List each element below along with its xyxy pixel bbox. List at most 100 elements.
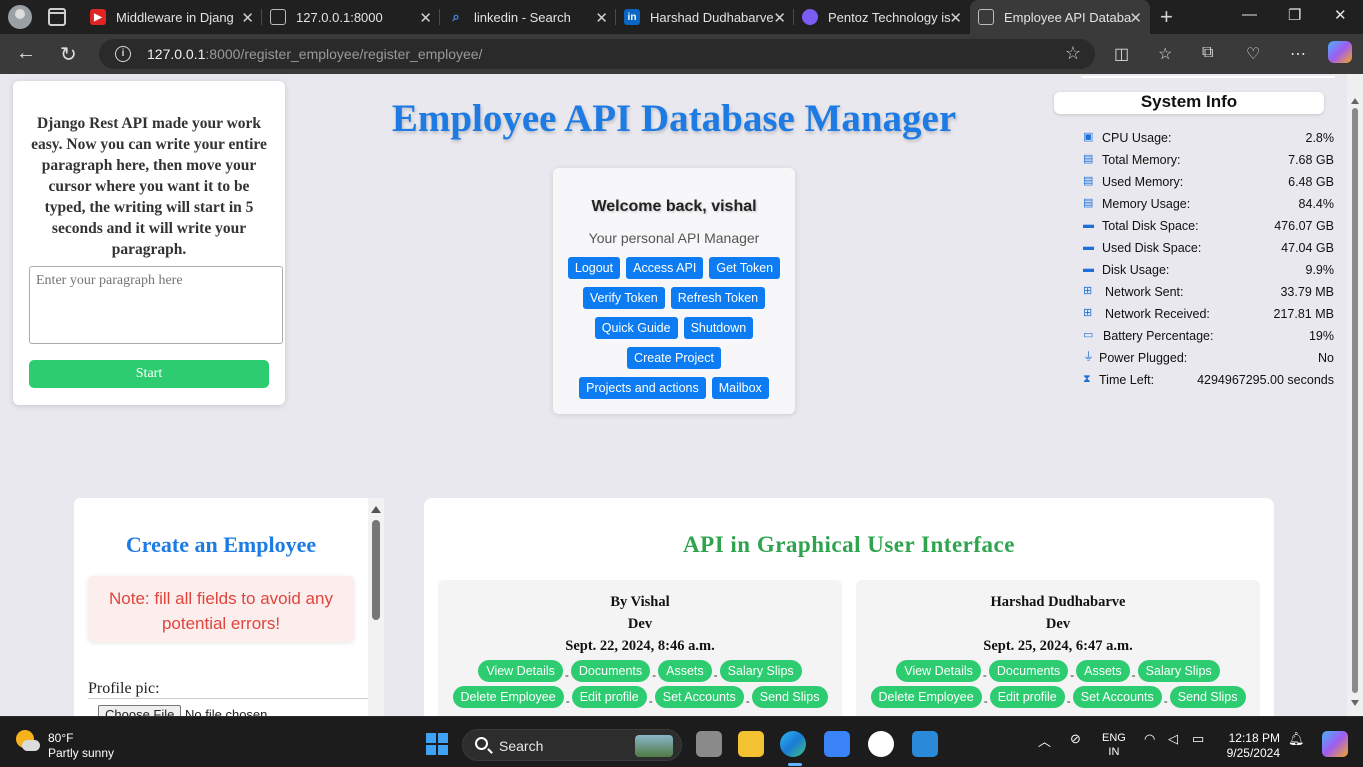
close-tab-icon[interactable]: ✕ bbox=[773, 9, 786, 27]
refresh-token-button[interactable]: Refresh Token bbox=[670, 287, 766, 309]
close-tab-icon[interactable]: ✕ bbox=[419, 9, 432, 27]
tab-0[interactable]: ▶ Middleware in Djang ✕ bbox=[82, 0, 262, 34]
close-tab-icon[interactable]: ✕ bbox=[241, 9, 254, 27]
extensions-icon[interactable]: ♡ bbox=[1246, 44, 1260, 64]
set-accounts-button[interactable]: Set Accounts bbox=[654, 686, 744, 708]
tab-3[interactable]: in Harshad Dudhabarve ✕ bbox=[616, 0, 794, 34]
create-project-button[interactable]: Create Project bbox=[627, 347, 721, 369]
edge-browser-icon[interactable] bbox=[780, 731, 806, 757]
verify-token-button[interactable]: Verify Token bbox=[582, 287, 665, 309]
mailbox-button[interactable]: Mailbox bbox=[711, 377, 769, 399]
copilot-icon[interactable] bbox=[1328, 41, 1352, 63]
tab-4[interactable]: Pentoz Technology is ✕ bbox=[794, 0, 970, 34]
battery-icon[interactable]: ▭ bbox=[1192, 731, 1204, 747]
tab-2[interactable]: ⌕ linkedin - Search ✕ bbox=[440, 0, 616, 34]
delete-employee-button[interactable]: Delete Employee bbox=[870, 686, 982, 708]
delete-employee-button[interactable]: Delete Employee bbox=[452, 686, 564, 708]
tab-1[interactable]: 127.0.0.1:8000 ✕ bbox=[262, 0, 440, 34]
panel-scrollbar[interactable] bbox=[368, 498, 384, 716]
chatgpt-icon[interactable] bbox=[868, 731, 894, 757]
close-tab-icon[interactable]: ✕ bbox=[595, 9, 608, 27]
profile-avatar-icon[interactable] bbox=[8, 5, 32, 29]
scroll-up-arrow-icon[interactable] bbox=[1351, 98, 1359, 104]
logout-button[interactable]: Logout bbox=[567, 257, 621, 279]
edit-profile-button[interactable]: Edit profile bbox=[571, 686, 647, 708]
favorite-star-icon[interactable]: ☆ bbox=[1065, 43, 1081, 64]
copilot-icon[interactable] bbox=[1322, 731, 1348, 757]
partly-sunny-icon[interactable] bbox=[16, 730, 40, 754]
tab-actions-icon[interactable] bbox=[48, 8, 66, 26]
profile-pic-file-input[interactable]: Choose File No file chosen bbox=[98, 705, 267, 716]
address-bar[interactable]: i 127.0.0.1:8000/register_employee/regis… bbox=[99, 39, 1095, 69]
edit-profile-button[interactable]: Edit profile bbox=[989, 686, 1065, 708]
assets-button[interactable]: Assets bbox=[1076, 660, 1130, 682]
documents-button[interactable]: Documents bbox=[570, 660, 651, 682]
microsoft-store-icon[interactable] bbox=[824, 731, 850, 757]
typer-description: Django Rest API made your work easy. Now… bbox=[31, 115, 267, 258]
windows-start-icon[interactable] bbox=[426, 733, 448, 755]
volume-icon[interactable]: ◁ bbox=[1168, 731, 1178, 747]
create-employee-panel: Create an Employee Note: fill all fields… bbox=[74, 498, 384, 716]
shutdown-button[interactable]: Shutdown bbox=[683, 317, 754, 339]
send-slips-button[interactable]: Send Slips bbox=[751, 686, 828, 708]
wifi-icon[interactable]: ◠ bbox=[1144, 731, 1155, 747]
employee-name: By Vishal bbox=[610, 594, 670, 610]
scroll-thumb[interactable] bbox=[372, 520, 380, 620]
browser-toolbar: ← ↻ i 127.0.0.1:8000/register_employee/r… bbox=[0, 34, 1363, 74]
tab-title: Harshad Dudhabarve bbox=[650, 9, 774, 25]
show-hidden-icons-chevron-icon[interactable]: ︿ bbox=[1038, 731, 1051, 750]
view-details-button[interactable]: View Details bbox=[896, 660, 981, 682]
salary-slips-button[interactable]: Salary Slips bbox=[1137, 660, 1220, 682]
tab-title: Pentoz Technology is bbox=[828, 9, 951, 25]
task-view-icon[interactable] bbox=[696, 731, 722, 757]
split-screen-icon[interactable]: ◫ bbox=[1114, 44, 1129, 64]
minimize-icon[interactable]: — bbox=[1242, 6, 1257, 23]
notification-off-icon[interactable]: ⊘ bbox=[1070, 731, 1081, 747]
documents-button[interactable]: Documents bbox=[988, 660, 1069, 682]
paragraph-input[interactable] bbox=[29, 266, 283, 344]
notification-bell-icon[interactable]: 🔔︎ bbox=[1288, 731, 1305, 747]
get-token-button[interactable]: Get Token bbox=[709, 257, 781, 279]
memory-icon: ▤ bbox=[1083, 197, 1094, 209]
cpu-icon: ▣ bbox=[1083, 131, 1094, 143]
collections-icon[interactable]: ⧉ bbox=[1202, 44, 1213, 62]
start-button[interactable]: Start bbox=[29, 360, 269, 388]
quick-guide-button[interactable]: Quick Guide bbox=[594, 317, 678, 339]
assets-button[interactable]: Assets bbox=[658, 660, 712, 682]
system-info-divider bbox=[1082, 76, 1335, 78]
page-scrollbar[interactable] bbox=[1347, 74, 1363, 716]
more-options-icon[interactable]: ⋯ bbox=[1290, 44, 1306, 64]
file-explorer-icon[interactable] bbox=[738, 731, 764, 757]
tab-title: linkedin - Search bbox=[474, 9, 571, 25]
taskbar-search[interactable]: Search bbox=[462, 729, 682, 761]
weather-temperature[interactable]: 80°F bbox=[48, 731, 73, 745]
back-arrow-icon[interactable]: ← bbox=[16, 42, 36, 65]
taskbar-clock[interactable]: 12:18 PM 9/25/2024 bbox=[1222, 731, 1280, 761]
close-tab-icon[interactable]: ✕ bbox=[949, 9, 962, 27]
language-indicator[interactable]: ENG IN bbox=[1102, 731, 1126, 759]
site-info-icon[interactable]: i bbox=[115, 46, 131, 62]
projects-and-actions-button[interactable]: Projects and actions bbox=[579, 377, 706, 399]
new-tab-icon[interactable]: + bbox=[1160, 4, 1173, 30]
search-highlight-image bbox=[635, 735, 673, 757]
sys-row-cpu: ▣ CPU Usage: 2.8% bbox=[1083, 131, 1334, 145]
profile-pic-label: Profile pic: bbox=[88, 680, 160, 697]
employee-card-harshad: Harshad Dudhabarve Dev Sept. 25, 2024, 6… bbox=[856, 580, 1260, 716]
send-slips-button[interactable]: Send Slips bbox=[1169, 686, 1246, 708]
reload-icon[interactable]: ↻ bbox=[60, 42, 77, 67]
view-details-button[interactable]: View Details bbox=[478, 660, 563, 682]
set-accounts-button[interactable]: Set Accounts bbox=[1072, 686, 1162, 708]
scroll-thumb[interactable] bbox=[1352, 108, 1358, 693]
url-text[interactable]: 127.0.0.1:8000/register_employee/registe… bbox=[147, 46, 482, 62]
close-tab-icon[interactable]: ✕ bbox=[1129, 9, 1142, 27]
vscode-icon[interactable] bbox=[912, 731, 938, 757]
salary-slips-button[interactable]: Salary Slips bbox=[719, 660, 802, 682]
tab-5-active[interactable]: Employee API Databa ✕ bbox=[970, 0, 1150, 34]
scroll-up-arrow-icon[interactable] bbox=[371, 506, 381, 513]
restore-icon[interactable]: ❐ bbox=[1288, 6, 1301, 24]
access-api-button[interactable]: Access API bbox=[626, 257, 704, 279]
favorites-icon[interactable]: ☆ bbox=[1158, 44, 1172, 64]
scroll-down-arrow-icon[interactable] bbox=[1351, 700, 1359, 706]
close-window-icon[interactable]: ✕ bbox=[1334, 6, 1347, 24]
weather-condition[interactable]: Partly sunny bbox=[48, 746, 114, 760]
